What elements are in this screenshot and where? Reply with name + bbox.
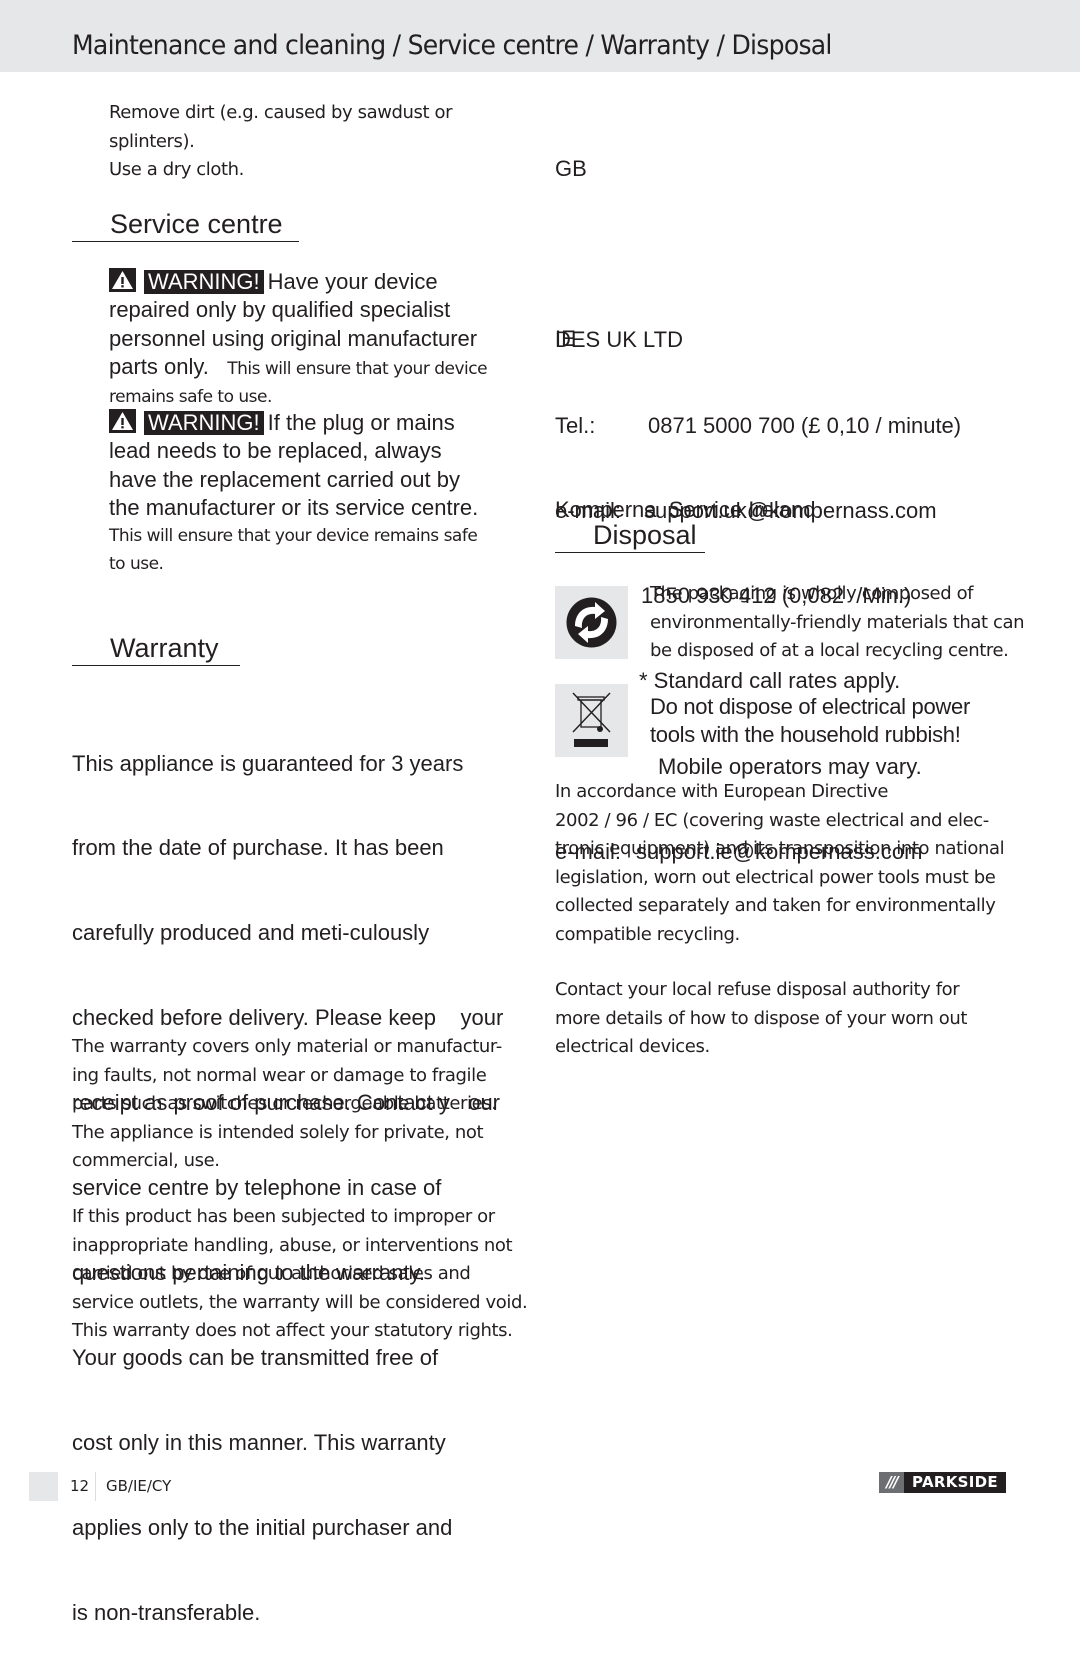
green-dot-recycling-icon <box>566 597 617 648</box>
packaging-text: The packaging is wholly composed of envi… <box>650 580 1025 666</box>
warning-label: WARNING! <box>144 411 264 435</box>
text-line: the manufacturer or its service centre. <box>109 494 479 520</box>
text-line: WARNING! If the plug or mains <box>109 409 539 437</box>
page-number: 12 <box>70 1477 90 1495</box>
text-line: carefully produced and meti-culously <box>72 920 430 946</box>
warranty-void-text: If this product has been subjected to im… <box>72 1203 542 1346</box>
text-line: tronic equipment) and its transposition … <box>555 838 1005 859</box>
text-line: The warranty covers only material or man… <box>72 1036 502 1057</box>
text-line: personnel using original manufacturer <box>109 325 478 351</box>
logo-stripes-icon: /// <box>879 1472 904 1493</box>
text-line: electrical devices. <box>555 1036 710 1057</box>
text-line: is non-transferable. <box>72 1599 261 1625</box>
text-line: legislation, worn out electrical power t… <box>555 866 996 888</box>
warning-text: If the plug or mains <box>267 410 455 435</box>
country-code: IE <box>555 326 576 351</box>
warning-triangle-icon <box>109 409 136 433</box>
text-line: compatible recycling. <box>555 923 740 945</box>
page-title: Maintenance and cleaning / Service centr… <box>72 30 832 61</box>
text-line: checked before delivery. Please keep you… <box>72 1005 504 1031</box>
text-line: more details of how to dispose of your w… <box>555 1007 968 1029</box>
text-line: carried out by one of our authorised sal… <box>72 1263 471 1284</box>
footer-marker <box>29 1472 58 1501</box>
text-line: from the date of purchase. It has been <box>72 835 444 861</box>
text-line: remains safe to use. <box>109 387 272 408</box>
text-line: parts only. This will ensure that your d… <box>109 353 539 383</box>
maintenance-text: Remove dirt (e.g. caused by sawdust or s… <box>109 99 539 185</box>
section-heading-disposal: Disposal <box>555 518 705 553</box>
refuse-authority-text: Contact your local refuse disposal autho… <box>555 976 1025 1062</box>
text-line: to use. <box>109 554 164 575</box>
text-line: In accordance with European Directive <box>555 781 889 802</box>
text-line: lead needs to be replaced, always <box>109 438 442 464</box>
text-line: Your goods can be transmitted free of <box>72 1344 439 1370</box>
text-line: have the replacement carried out by <box>109 466 460 492</box>
text-line: If this product has been subjected to im… <box>72 1206 495 1227</box>
text-line: Do not dispose of electrical power <box>650 694 970 719</box>
section-heading-warranty: Warranty <box>72 631 240 666</box>
warranty-coverage-text: The warranty covers only material or man… <box>72 1033 542 1176</box>
weee-icon-box <box>555 684 628 757</box>
text-line: inappropriate handling, abuse, or interv… <box>72 1234 513 1256</box>
text-line: This warranty does not affect your statu… <box>72 1320 513 1341</box>
text-line: collected separately and taken for envir… <box>555 895 996 916</box>
text-line: This will ensure that your device remain… <box>109 526 478 547</box>
parkside-logo: /// PARKSIDE <box>879 1472 1006 1493</box>
text-line: cost only in this manner. This warranty <box>72 1429 446 1455</box>
directive-text: In accordance with European Directive 20… <box>555 778 1025 949</box>
text-line: service outlets, the warranty will be co… <box>72 1291 528 1313</box>
warning-label: WARNING! <box>144 270 264 294</box>
warning-text: parts only. <box>109 353 209 379</box>
footer-divider <box>95 1472 96 1501</box>
warning-block-1: WARNING! Have your device repaired only b… <box>109 268 539 411</box>
text-line: parts such as switches or rechargeable b… <box>72 1093 497 1114</box>
text-line: service centre by telephone in case of <box>72 1175 442 1201</box>
text-line: be disposed of at a local recycling cent… <box>650 640 1009 661</box>
text-line: This appliance is guaranteed for 3 years <box>72 750 464 776</box>
text-line: Use a dry cloth. <box>109 159 244 180</box>
text-line: The appliance is intended solely for pri… <box>72 1121 484 1143</box>
weee-warning-text: Do not dispose of electrical power tools… <box>650 693 1020 750</box>
recycling-icon-box <box>555 586 628 659</box>
warning-text: Have your device <box>267 269 438 294</box>
text-line: applies only to the initial purchaser an… <box>72 1514 453 1540</box>
text-line: WARNING! Have your device <box>109 268 539 296</box>
country-code: GB <box>555 156 587 181</box>
text-line: Remove dirt (e.g. caused by sawdust or s… <box>109 102 453 152</box>
text-line: 2002 / 96 / EC (covering waste electrica… <box>555 809 989 831</box>
text-line: tools with the household rubbish! <box>650 722 961 748</box>
text-line: ing faults, not normal wear or damage to… <box>72 1064 487 1086</box>
text-line: Contact your local refuse disposal autho… <box>555 979 960 1000</box>
text-line: repaired only by qualified specialist <box>109 297 451 323</box>
crossed-bin-icon <box>572 692 611 747</box>
warning-block-2: WARNING! If the plug or mains lead needs … <box>109 409 539 579</box>
note-text: This will ensure that your device <box>227 358 488 379</box>
text-line: environmentally-friendly materials that … <box>650 611 1025 633</box>
text-line: commercial, use. <box>72 1150 220 1171</box>
text-line: The packaging is wholly composed of <box>650 583 974 604</box>
language-codes: GB/IE/CY <box>106 1477 172 1495</box>
brand-name: PARKSIDE <box>904 1472 1006 1493</box>
warning-triangle-icon <box>109 268 136 292</box>
section-heading-service-centre: Service centre <box>72 207 299 242</box>
